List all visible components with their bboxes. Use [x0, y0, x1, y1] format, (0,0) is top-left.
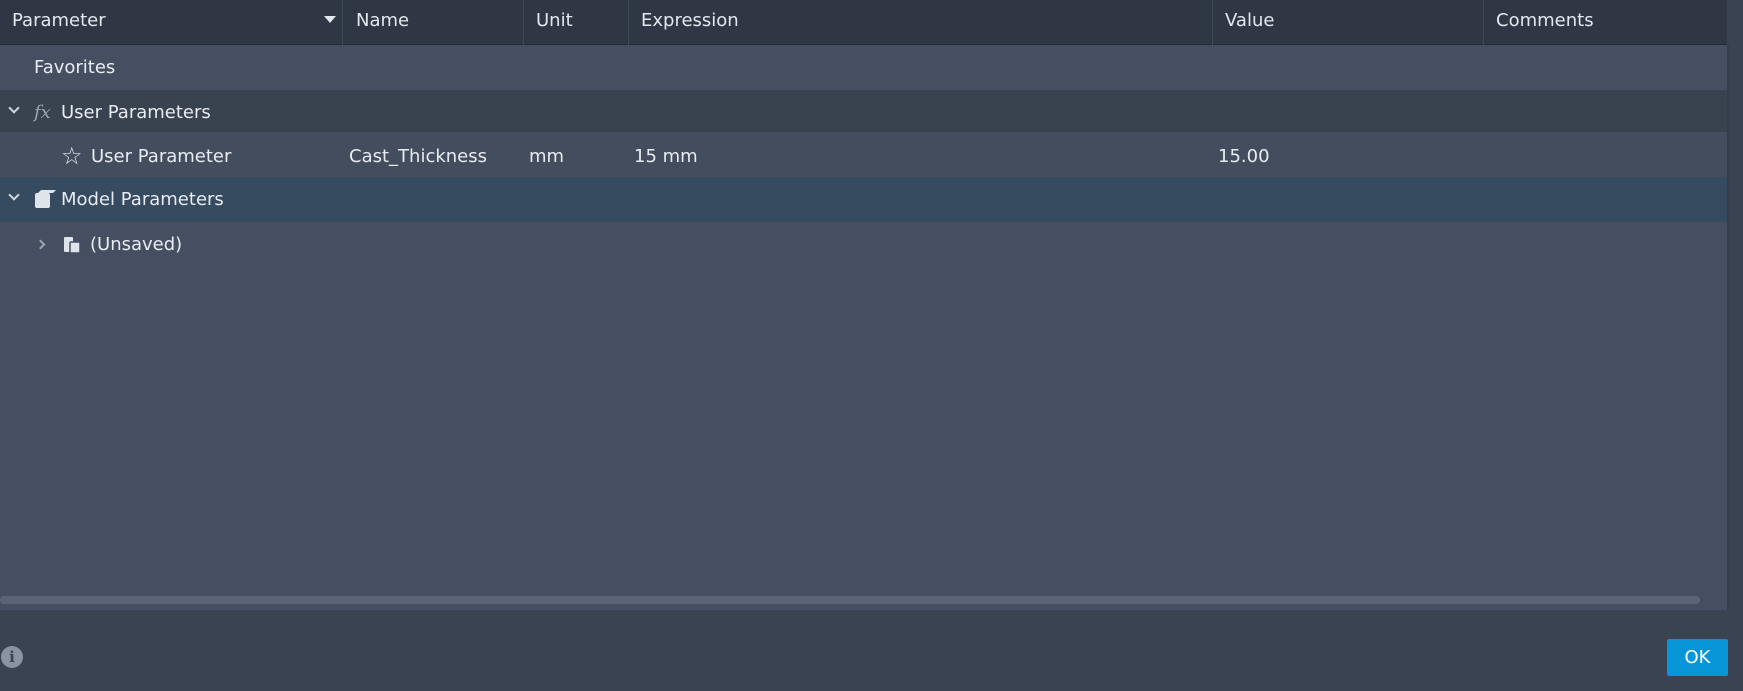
tree-row-model-parameters[interactable]: Model Parameters	[0, 177, 1727, 222]
tree-row-unsaved[interactable]: (Unsaved)	[0, 222, 1727, 267]
horizontal-scrollbar[interactable]	[0, 596, 1700, 604]
chevron-down-icon[interactable]	[8, 189, 20, 201]
column-header-value[interactable]: Value	[1213, 0, 1484, 45]
vertical-scrollbar-track	[1727, 45, 1729, 610]
info-icon[interactable]: i	[1, 646, 23, 668]
parameter-label: User Parameter	[91, 146, 232, 167]
parameter-expression-cell[interactable]: 15 mm	[634, 134, 698, 179]
tree-row-favorites[interactable]: Favorites	[0, 45, 1727, 90]
dialog-footer: i OK	[0, 610, 1743, 691]
column-header-label: Name	[356, 10, 410, 31]
column-header-label: Expression	[641, 10, 739, 31]
fx-icon: fx	[34, 102, 51, 123]
tree-row-user-parameters[interactable]: fx User Parameters	[0, 87, 1727, 132]
parameters-tree: Favorites fx User Parameters ☆ User Para…	[0, 45, 1727, 610]
column-header-name[interactable]: Name	[344, 0, 524, 45]
parameter-name-cell[interactable]: Cast_Thickness	[349, 134, 487, 179]
unsaved-label: (Unsaved)	[90, 234, 183, 255]
ok-button[interactable]: OK	[1667, 639, 1728, 676]
column-header-parameter[interactable]: Parameter	[0, 0, 343, 45]
chevron-down-icon[interactable]	[8, 102, 20, 114]
table-header: Parameter Name Unit Expression Value Com…	[0, 0, 1727, 45]
favorites-label: Favorites	[34, 57, 116, 78]
chevron-right-icon[interactable]	[35, 239, 46, 250]
parameter-unit-cell[interactable]: mm	[529, 134, 564, 179]
column-header-label: Value	[1225, 10, 1275, 31]
tree-row-user-parameter[interactable]: ☆ User Parameter Cast_Thickness mm 15 mm…	[0, 134, 1727, 179]
column-header-label: Parameter	[12, 10, 106, 31]
document-icon	[64, 237, 81, 254]
column-header-comments[interactable]: Comments	[1484, 0, 1727, 45]
parameter-value-cell: 15.00	[1218, 146, 1270, 167]
column-header-label: Unit	[536, 10, 573, 31]
column-header-expression[interactable]: Expression	[629, 0, 1213, 45]
column-header-unit[interactable]: Unit	[524, 0, 629, 45]
model-parameters-label: Model Parameters	[61, 189, 224, 210]
star-outline-icon[interactable]: ☆	[61, 144, 83, 168]
cube-icon	[35, 193, 50, 208]
sort-dropdown-icon[interactable]	[324, 16, 336, 23]
column-header-label: Comments	[1496, 10, 1594, 31]
user-parameters-label: User Parameters	[61, 102, 211, 123]
